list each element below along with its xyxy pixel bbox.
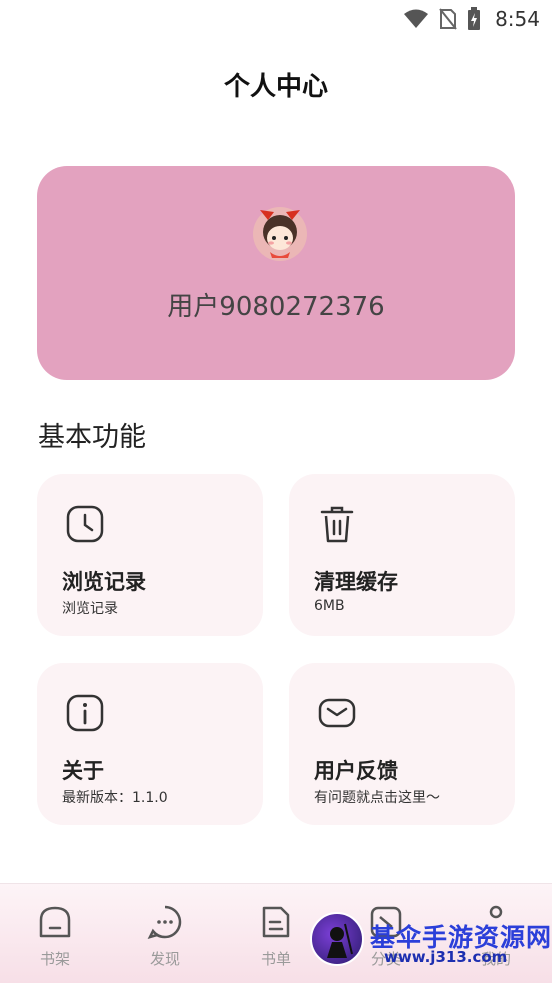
watermark-url: www.j313.com (384, 948, 508, 966)
no-sim-icon (439, 8, 457, 30)
profile-card[interactable]: 用户9080272376 (37, 166, 515, 380)
bookshelf-icon (39, 906, 71, 938)
avatar[interactable] (252, 202, 308, 262)
tile-subtitle: 最新版本：1.1.0 (62, 790, 168, 806)
status-time: 8:54 (495, 7, 540, 31)
tile-title: 浏览记录 (62, 570, 146, 594)
status-bar: 8:54 (0, 0, 552, 38)
tile-browse-history[interactable]: 浏览记录 浏览记录 (37, 474, 263, 636)
wifi-icon (404, 9, 429, 28)
nav-item-discover[interactable]: 发现 (135, 904, 195, 969)
section-title: 基本功能 (38, 422, 146, 453)
tile-subtitle: 浏览记录 (62, 601, 118, 617)
nav-label: 书架 (39, 950, 70, 968)
tile-clear-cache[interactable]: 清理缓存 6MB (289, 474, 515, 636)
clock-icon (66, 505, 104, 543)
tile-subtitle: 6MB (314, 598, 345, 614)
tile-title: 清理缓存 (314, 570, 398, 594)
tile-about[interactable]: 关于 最新版本：1.1.0 (37, 663, 263, 825)
ninja-icon (327, 923, 353, 958)
page-title: 个人中心 (223, 72, 328, 102)
tile-title: 用户反馈 (314, 759, 398, 783)
nav-item-booklist[interactable]: 书单 (246, 904, 306, 969)
nav-label: 书单 (260, 950, 291, 968)
nav-label: 发现 (149, 950, 180, 968)
tile-subtitle: 有问题就点击这里～ (314, 790, 440, 806)
nav-item-bookshelf[interactable]: 书架 (25, 904, 85, 969)
watermark-logo (310, 912, 364, 966)
battery-charging-icon (468, 7, 481, 30)
tile-title: 关于 (62, 759, 104, 783)
booklist-icon (262, 906, 290, 938)
discover-icon (147, 905, 182, 939)
info-icon (66, 694, 104, 732)
tile-feedback[interactable]: 用户反馈 有问题就点击这里～ (289, 663, 515, 825)
mail-icon (318, 698, 356, 728)
trash-icon (320, 506, 354, 543)
username: 用户9080272376 (167, 292, 385, 322)
